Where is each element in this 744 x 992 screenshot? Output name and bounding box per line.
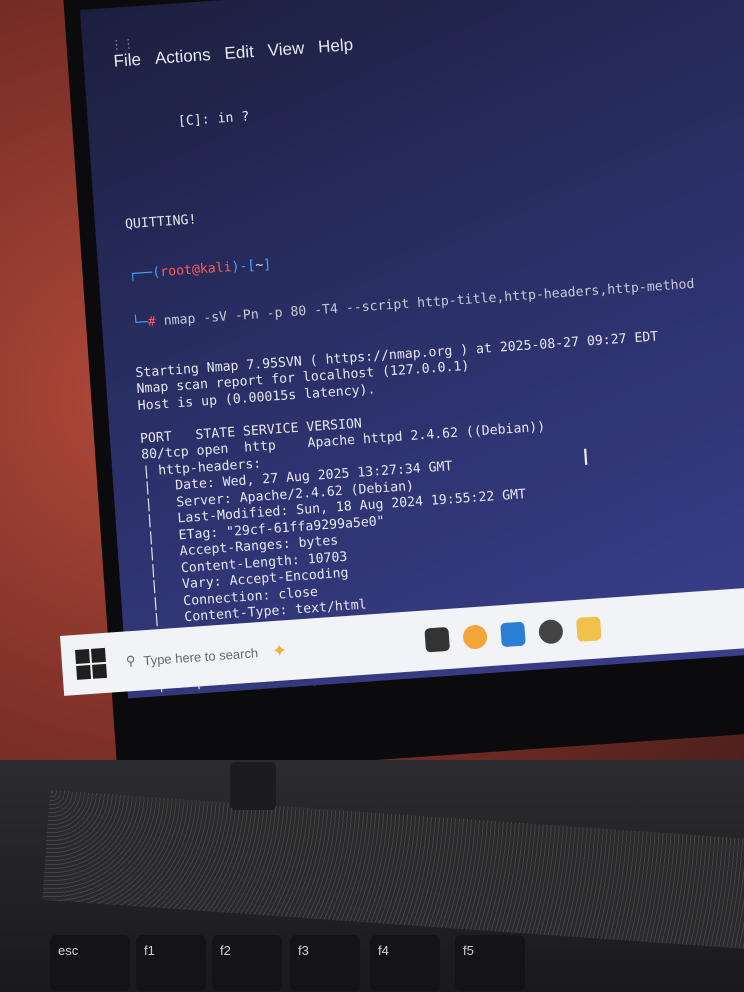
command-line: └─# nmap -sV -Pn -p 80 -T4 --script http… [131,276,695,332]
laptop-screen: ⋮⋮ File Actions Edit View Help [C]: in ?… [80,0,744,699]
key-f3[interactable]: f3 [290,935,360,991]
terminal-line: [C]: in ? [177,109,250,130]
function-key-row: esc f1 f2 f3 f4 f5 [0,935,744,992]
search-icon: ⚲ [125,652,136,669]
menu-help[interactable]: Help [317,35,353,57]
key-f5[interactable]: f5 [455,935,525,991]
prompt-host: kali [199,259,233,277]
prompt-line: ┌──(root@kali)-[~] [128,256,272,282]
menu-edit[interactable]: Edit [224,42,255,64]
photo-scene: ⋮⋮ File Actions Edit View Help [C]: in ?… [0,0,744,992]
start-windows-icon[interactable] [75,647,108,680]
sparkle-icon: ✦ [271,639,288,661]
menu-file[interactable]: File [113,50,142,72]
prompt-user: root [159,262,193,280]
key-esc[interactable]: esc [50,935,130,991]
key-f1[interactable]: f1 [136,935,206,991]
taskbar-search[interactable]: ⚲ Type here to search ✦ [125,631,406,671]
search-placeholder: Type here to search [142,644,259,668]
terminal-line: QUITTING! [124,212,197,233]
command-text: nmap -sV -Pn -p 80 -T4 --script http-tit… [163,276,695,329]
file-explorer-icon[interactable] [575,616,602,642]
app-icon[interactable] [538,618,564,645]
task-view-icon[interactable] [424,626,450,653]
chrome-browser-icon[interactable] [462,624,488,650]
menu-view[interactable]: View [267,38,305,61]
vscode-icon[interactable] [500,621,526,648]
key-f2[interactable]: f2 [212,935,282,991]
terminal-menubar: File Actions Edit View Help [113,35,354,72]
key-f4[interactable]: f4 [370,935,440,991]
menu-actions[interactable]: Actions [154,45,211,69]
laptop-hinge [230,762,276,810]
